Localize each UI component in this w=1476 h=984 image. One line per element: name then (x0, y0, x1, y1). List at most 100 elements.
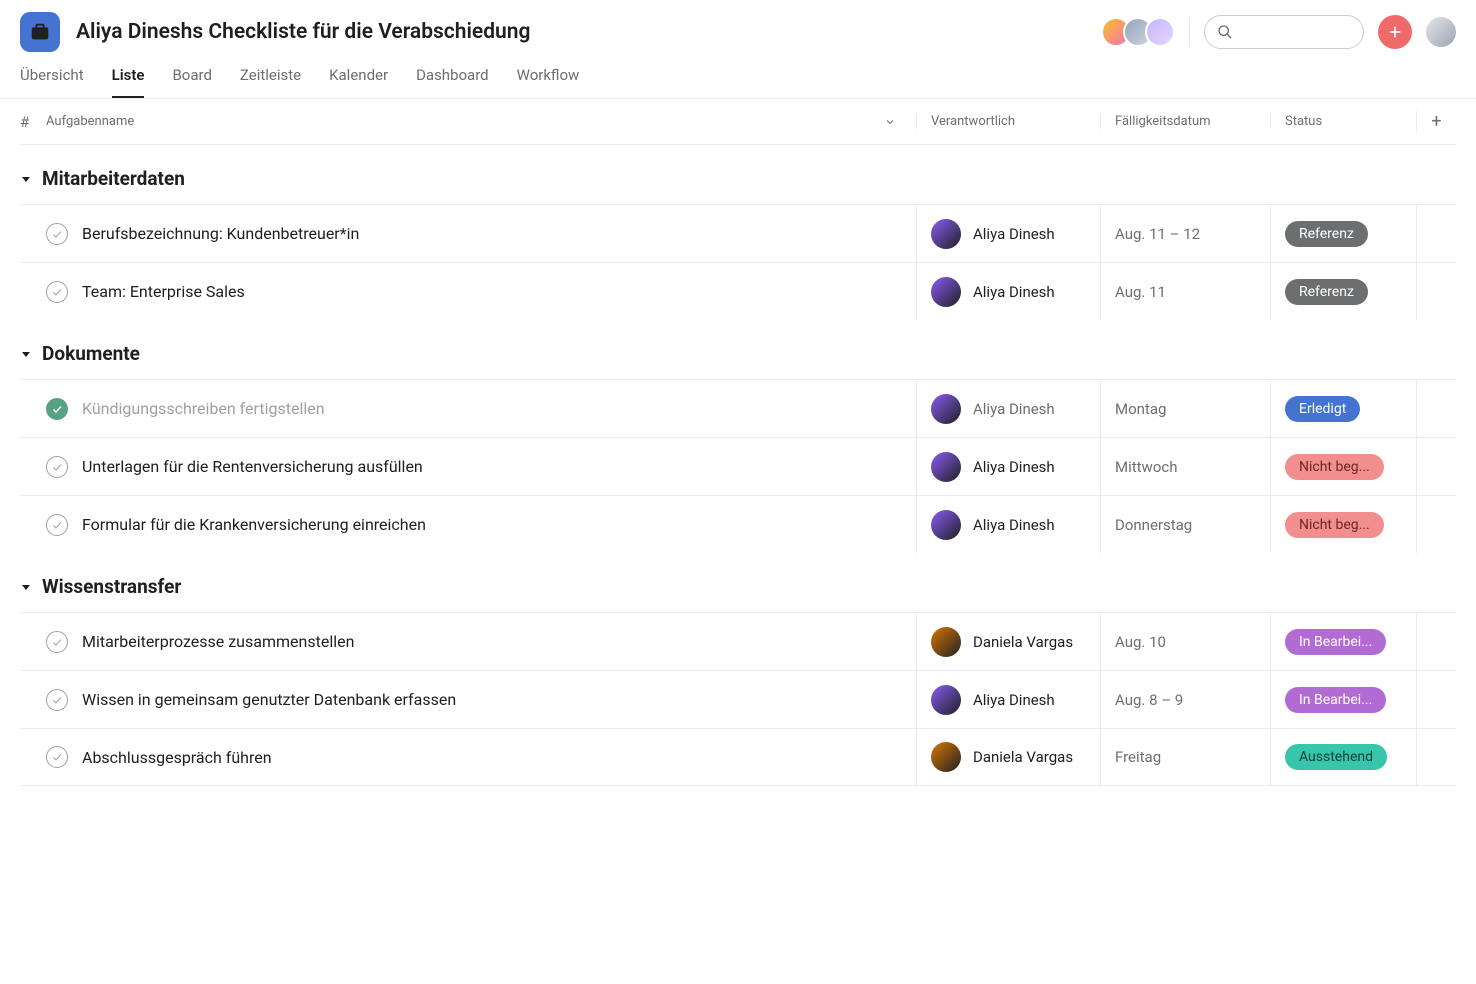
task-due-date[interactable]: Mittwoch (1100, 438, 1270, 495)
task-due-date[interactable]: Montag (1100, 380, 1270, 437)
task-assignee[interactable]: Daniela Vargas (916, 729, 1100, 785)
project-icon (20, 12, 60, 52)
task-row[interactable]: Formular für die Krankenversicherung ein… (20, 495, 1456, 553)
task-status[interactable]: Nicht beg... (1270, 438, 1416, 495)
task-assignee[interactable]: Aliya Dinesh (916, 671, 1100, 728)
column-assignee[interactable]: Verantwortlich (916, 114, 1100, 129)
task-status[interactable]: Referenz (1270, 263, 1416, 320)
search-box[interactable] (1204, 15, 1364, 49)
task-due-date[interactable]: Aug. 8 – 9 (1100, 671, 1270, 728)
chevron-down-icon[interactable] (884, 116, 896, 128)
add-column-button[interactable]: + (1416, 111, 1456, 132)
caret-down-icon (20, 581, 32, 593)
assignee-name: Daniela Vargas (973, 748, 1073, 766)
section-title: Wissenstransfer (42, 575, 181, 598)
task-name[interactable]: Abschlussgespräch führen (82, 748, 272, 767)
row-extra-cell (1416, 496, 1456, 553)
tab-liste[interactable]: Liste (112, 66, 145, 98)
assignee-name: Aliya Dinesh (973, 691, 1055, 709)
assignee-name: Aliya Dinesh (973, 458, 1055, 476)
task-status[interactable]: Nicht beg... (1270, 496, 1416, 553)
task-row[interactable]: Berufsbezeichnung: Kundenbetreuer*in Ali… (20, 204, 1456, 262)
tab-board[interactable]: Board (172, 66, 211, 98)
avatar-stack[interactable] (1109, 17, 1175, 47)
complete-checkbox[interactable] (46, 281, 68, 303)
assignee-avatar (931, 685, 961, 715)
row-extra-cell (1416, 205, 1456, 262)
assignee-avatar (931, 394, 961, 424)
tab-workflow[interactable]: Workflow (517, 66, 580, 98)
section-title: Mitarbeiterdaten (42, 167, 185, 190)
column-status[interactable]: Status (1270, 114, 1416, 129)
header-right (1109, 15, 1456, 49)
complete-checkbox[interactable] (46, 631, 68, 653)
task-row[interactable]: Abschlussgespräch führen Daniela Vargas … (20, 728, 1456, 786)
task-assignee[interactable]: Aliya Dinesh (916, 205, 1100, 262)
column-due[interactable]: Fälligkeitsdatum (1100, 114, 1270, 129)
task-assignee[interactable]: Aliya Dinesh (916, 380, 1100, 437)
task-row[interactable]: Team: Enterprise Sales Aliya Dinesh Aug.… (20, 262, 1456, 320)
user-avatar[interactable] (1426, 17, 1456, 47)
task-assignee[interactable]: Daniela Vargas (916, 613, 1100, 670)
assignee-avatar (931, 219, 961, 249)
assignee-avatar (931, 452, 961, 482)
task-due-date[interactable]: Donnerstag (1100, 496, 1270, 553)
complete-checkbox[interactable] (46, 223, 68, 245)
section-header[interactable]: Wissenstransfer (20, 553, 1456, 612)
project-title[interactable]: Aliya Dineshs Checkliste für die Verabsc… (76, 20, 1093, 44)
assignee-avatar (931, 627, 961, 657)
complete-checkbox[interactable] (46, 689, 68, 711)
task-name[interactable]: Formular für die Krankenversicherung ein… (82, 515, 426, 534)
complete-checkbox[interactable] (46, 514, 68, 536)
task-due-date[interactable]: Aug. 10 (1100, 613, 1270, 670)
tab-zeitleiste[interactable]: Zeitleiste (240, 66, 301, 98)
task-name[interactable]: Berufsbezeichnung: Kundenbetreuer*in (82, 224, 359, 243)
task-assignee[interactable]: Aliya Dinesh (916, 263, 1100, 320)
table: # Aufgabenname Verantwortlich Fälligkeit… (0, 99, 1476, 786)
assignee-avatar (931, 742, 961, 772)
task-status[interactable]: In Bearbei... (1270, 613, 1416, 670)
search-input[interactable] (1239, 24, 1351, 40)
task-status[interactable]: Ausstehend (1270, 729, 1416, 785)
task-status[interactable]: Referenz (1270, 205, 1416, 262)
task-row[interactable]: Mitarbeiterprozesse zusammenstellen Dani… (20, 612, 1456, 670)
task-name[interactable]: Team: Enterprise Sales (82, 282, 245, 301)
task-row[interactable]: Wissen in gemeinsam genutzter Datenbank … (20, 670, 1456, 728)
task-name[interactable]: Kündigungsschreiben fertigstellen (82, 399, 325, 418)
task-due-date[interactable]: Aug. 11 – 12 (1100, 205, 1270, 262)
tab-übersicht[interactable]: Übersicht (20, 66, 84, 98)
add-button[interactable] (1378, 15, 1412, 49)
section-header[interactable]: Mitarbeiterdaten (20, 145, 1456, 204)
caret-down-icon (20, 173, 32, 185)
status-pill: Nicht beg... (1285, 512, 1384, 538)
plus-icon (1387, 24, 1403, 40)
task-status[interactable]: Erledigt (1270, 380, 1416, 437)
complete-checkbox[interactable] (46, 456, 68, 478)
task-name[interactable]: Mitarbeiterprozesse zusammenstellen (82, 632, 354, 651)
task-due-date[interactable]: Aug. 11 (1100, 263, 1270, 320)
task-row[interactable]: Kündigungsschreiben fertigstellen Aliya … (20, 379, 1456, 437)
complete-checkbox[interactable] (46, 746, 68, 768)
assignee-avatar (931, 277, 961, 307)
task-name[interactable]: Wissen in gemeinsam genutzter Datenbank … (82, 690, 456, 709)
column-name-label: Aufgabenname (46, 114, 134, 129)
divider (1189, 18, 1190, 46)
section-header[interactable]: Dokumente (20, 320, 1456, 379)
task-status[interactable]: In Bearbei... (1270, 671, 1416, 728)
column-header-row: # Aufgabenname Verantwortlich Fälligkeit… (20, 99, 1456, 145)
member-avatar-3[interactable] (1145, 17, 1175, 47)
task-assignee[interactable]: Aliya Dinesh (916, 438, 1100, 495)
tab-dashboard[interactable]: Dashboard (416, 66, 489, 98)
task-due-date[interactable]: Freitag (1100, 729, 1270, 785)
task-name[interactable]: Unterlagen für die Rentenversicherung au… (82, 457, 423, 476)
column-name[interactable]: Aufgabenname (46, 114, 916, 129)
status-pill: Referenz (1285, 221, 1368, 247)
task-row[interactable]: Unterlagen für die Rentenversicherung au… (20, 437, 1456, 495)
assignee-name: Aliya Dinesh (973, 225, 1055, 243)
task-assignee[interactable]: Aliya Dinesh (916, 496, 1100, 553)
tabs: Übersicht Liste Board Zeitleiste Kalender Das… (0, 52, 1476, 99)
assignee-name: Aliya Dinesh (973, 283, 1055, 301)
status-pill: In Bearbei... (1285, 687, 1386, 713)
tab-kalender[interactable]: Kalender (329, 66, 388, 98)
complete-checkbox[interactable] (46, 398, 68, 420)
